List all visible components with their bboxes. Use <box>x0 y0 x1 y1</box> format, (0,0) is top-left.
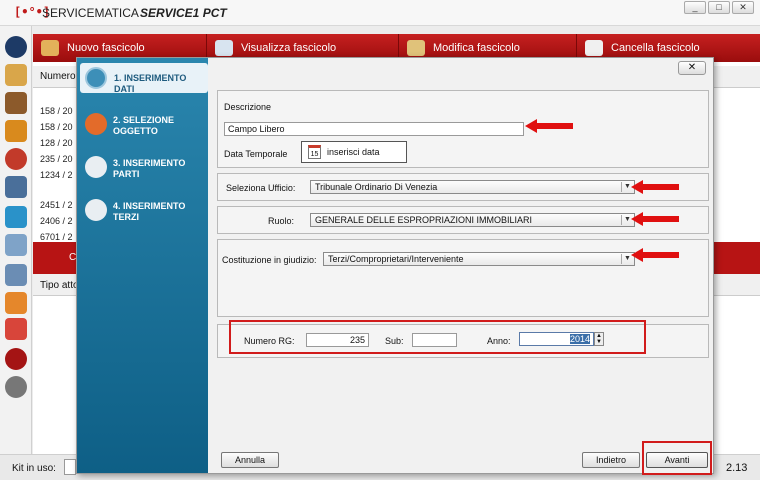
column-header-tipo-atto: Tipo atto <box>40 280 79 291</box>
version-label: 2.13 <box>726 462 748 474</box>
wizard-step-inserimento-dati[interactable]: 1. INSERIMENTO DATI <box>80 63 208 94</box>
cloud-upload-icon[interactable] <box>5 292 27 314</box>
tab-label: Visualizza fascicolo <box>241 42 337 54</box>
minimize-button[interactable]: _ <box>684 1 706 14</box>
table-row[interactable]: 2406 / 2 <box>40 216 73 226</box>
table-row[interactable]: 235 / 20 <box>40 154 73 164</box>
table-row[interactable]: 2451 / 2 <box>40 200 73 210</box>
kit-field[interactable] <box>64 459 76 475</box>
step-label: 4. INSERIMENTO TERZI <box>113 201 186 222</box>
user-icon <box>85 156 107 178</box>
user-icon <box>85 199 107 221</box>
data-temporale-label: Data Temporale <box>224 149 288 159</box>
shield-icon <box>85 113 107 135</box>
ufficio-value: Tribunale Ordinario Di Venezia <box>315 182 438 192</box>
user-icon[interactable] <box>5 148 27 170</box>
maximize-button[interactable]: □ <box>708 1 730 14</box>
new-case-wizard-dialog: 1. INSERIMENTO DATI 2. SELEZIONE OGGETTO… <box>76 57 714 475</box>
anno-spinner[interactable]: ▲ ▼ <box>594 332 604 346</box>
table-row[interactable]: 158 / 20 <box>40 122 73 132</box>
seal-icon[interactable] <box>5 348 27 370</box>
step-label: 2. SELEZIONE OGGETTO <box>113 115 175 136</box>
sub-label: Sub: <box>385 336 404 346</box>
computer-icon[interactable] <box>5 176 27 198</box>
anno-label: Anno: <box>487 336 511 346</box>
edit-icon <box>407 40 425 56</box>
insert-date-button[interactable]: 15 inserisci data <box>301 141 407 163</box>
costituzione-label: Costituzione in giudizio: <box>222 255 317 265</box>
chat-icon[interactable] <box>5 206 27 228</box>
ruolo-label: Ruolo: <box>268 216 295 226</box>
gear-icon[interactable] <box>5 376 27 398</box>
ruolo-select[interactable]: GENERALE DELLE ESPROPRIAZIONI IMMOBILIAR… <box>310 213 635 227</box>
ufficio-label: Seleziona Ufficio: <box>226 183 296 193</box>
pencil-icon <box>85 67 107 89</box>
clipboard-icon[interactable] <box>5 64 27 86</box>
table-row[interactable]: 6701 / 2 <box>40 232 73 242</box>
delete-icon <box>585 40 603 56</box>
ufficio-select[interactable]: Tribunale Ordinario Di Venezia ▼ <box>310 180 635 194</box>
back-button[interactable]: Indietro <box>582 452 640 468</box>
costituzione-select[interactable]: Terzi/Comproprietari/Interveniente ▼ <box>323 252 635 266</box>
highlight-box-annotation <box>642 441 712 475</box>
wizard-steps-panel: 1. INSERIMENTO DATI 2. SELEZIONE OGGETTO… <box>77 58 208 473</box>
descrizione-label: Descrizione <box>224 102 272 112</box>
cancel-button[interactable]: Annulla <box>221 452 279 468</box>
title-bar: [•°•] SERVICEMATICA SERVICE1 PCT _ □ ✕ <box>0 0 760 26</box>
dialog-close-button[interactable]: ✕ <box>678 61 706 75</box>
insert-date-label: inserisci data <box>327 147 380 157</box>
anno-input[interactable]: 2014 <box>519 332 594 346</box>
app-name: SERVICEMATICA <box>42 6 139 20</box>
wallet-icon[interactable] <box>5 92 27 114</box>
anno-value: 2014 <box>569 334 590 344</box>
step-label: 1. INSERIMENTO DATI <box>114 73 187 94</box>
calendar-icon: 15 <box>308 145 321 159</box>
briefcase-icon[interactable] <box>5 120 27 142</box>
numero-rg-input[interactable]: 235 <box>306 333 369 347</box>
red-arrow-annotation <box>631 212 679 226</box>
step-label: 3. INSERIMENTO PARTI <box>113 158 186 179</box>
descrizione-panel: Descrizione Campo Libero Data Temporale <box>217 90 709 168</box>
pencil-icon <box>41 40 59 56</box>
tab-label: Nuovo fascicolo <box>67 42 145 54</box>
red-arrow-annotation <box>525 119 573 133</box>
left-toolbar <box>0 26 32 454</box>
document-settings-icon[interactable] <box>5 264 27 286</box>
column-header-numero: Numero <box>40 71 76 82</box>
menu-icon[interactable] <box>5 36 27 58</box>
red-arrow-annotation <box>631 180 679 194</box>
descrizione-input[interactable]: Campo Libero <box>224 122 524 136</box>
eye-icon <box>215 40 233 56</box>
kit-label: Kit in uso: <box>12 463 56 474</box>
table-row[interactable]: 158 / 20 <box>40 106 73 116</box>
close-window-button[interactable]: ✕ <box>732 1 754 14</box>
ruolo-value: GENERALE DELLE ESPROPRIAZIONI IMMOBILIAR… <box>315 215 533 225</box>
costituzione-value: Terzi/Comproprietari/Interveniente <box>328 254 464 264</box>
numero-rg-label: Numero RG: <box>244 336 295 346</box>
alert-icon[interactable] <box>5 318 27 340</box>
red-arrow-annotation <box>631 248 679 262</box>
tab-label: Cancella fascicolo <box>611 42 700 54</box>
tab-label: Modifica fascicolo <box>433 42 520 54</box>
sub-input[interactable] <box>412 333 457 347</box>
table-row[interactable]: 128 / 20 <box>40 138 73 148</box>
app-product-name: SERVICE1 PCT <box>140 6 227 20</box>
table-row[interactable]: 1234 / 2 <box>40 170 73 180</box>
search-icon[interactable] <box>5 234 27 256</box>
